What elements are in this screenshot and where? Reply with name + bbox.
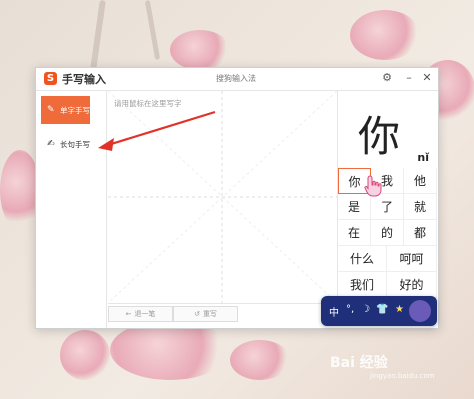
window-subtitle: 搜狗输入法 <box>216 74 256 83</box>
baidu-watermark: Bai 经验 <box>330 355 388 371</box>
ime-status-widget[interactable]: 中 °, ☽ 👕 ★ <box>321 296 437 326</box>
hand-cursor-icon <box>364 175 382 197</box>
sidebar-item-single-char[interactable]: ✎ 单字手写 <box>41 96 90 124</box>
candidate-cell[interactable]: 他 <box>404 168 437 194</box>
sidebar-item-label: 单字手写 <box>60 105 90 115</box>
minimize-icon[interactable]: – <box>402 71 416 85</box>
app-title: 手写输入 <box>62 73 106 86</box>
sogou-logo: S <box>44 72 57 85</box>
sidebar-item-label: 长句手写 <box>60 139 90 149</box>
skin-icon[interactable]: 👕 <box>376 304 388 315</box>
sidebar-item-sentence[interactable]: ✍ 长句手写 <box>41 130 90 158</box>
close-icon[interactable]: ✕ <box>420 71 434 85</box>
avatar <box>409 300 431 322</box>
undo-stroke-button[interactable]: ← 退一笔 <box>108 306 173 322</box>
preview-char: 你 <box>358 112 401 161</box>
writing-canvas[interactable]: 请用鼠标在这里写字 ← 退一笔 ↺ 重写 <box>108 91 338 324</box>
gear-icon[interactable]: ⚙ <box>380 71 394 85</box>
canvas-actions: ← 退一笔 ↺ 重写 <box>108 303 337 324</box>
candidate-panel: 你 nǐ 你 我 他 是 了 就 在 的 都 什么 呵呵 我们 好的 <box>338 91 437 327</box>
candidate-cell[interactable]: 我们 <box>338 272 387 298</box>
candidate-cell[interactable]: 呵呵 <box>387 246 437 272</box>
refresh-icon: ↺ <box>194 310 200 318</box>
candidate-cell[interactable]: 什么 <box>338 246 387 272</box>
moon-icon[interactable]: ☽ <box>361 304 370 315</box>
chinese-mode-toggle[interactable]: 中 <box>329 304 339 319</box>
punctuation-toggle[interactable]: °, <box>346 304 354 315</box>
guide-lines <box>108 91 337 303</box>
baidu-watermark-url: jingyan.baidu.com <box>370 372 435 380</box>
star-icon[interactable]: ★ <box>395 304 404 315</box>
candidate-cell[interactable]: 都 <box>404 220 437 246</box>
write-icon: ✍ <box>47 138 55 149</box>
candidate-cell[interactable]: 就 <box>404 194 437 220</box>
candidate-cell[interactable]: 好的 <box>387 272 437 298</box>
candidate-cell[interactable]: 的 <box>371 220 404 246</box>
arrow-left-icon: ← <box>125 310 132 318</box>
rewrite-button[interactable]: ↺ 重写 <box>173 306 238 322</box>
sidebar: ✎ 单字手写 ✍ 长句手写 <box>36 91 107 328</box>
pinyin: nǐ <box>417 151 429 164</box>
handwriting-window: S 手写输入 搜狗输入法 ⚙ – ✕ ✎ 单字手写 ✍ 长句手写 请用鼠标在这里… <box>35 67 439 329</box>
candidate-cell[interactable]: 在 <box>338 220 371 246</box>
pencil-icon: ✎ <box>47 104 55 115</box>
titlebar[interactable]: S 手写输入 搜狗输入法 ⚙ – ✕ <box>36 68 438 91</box>
